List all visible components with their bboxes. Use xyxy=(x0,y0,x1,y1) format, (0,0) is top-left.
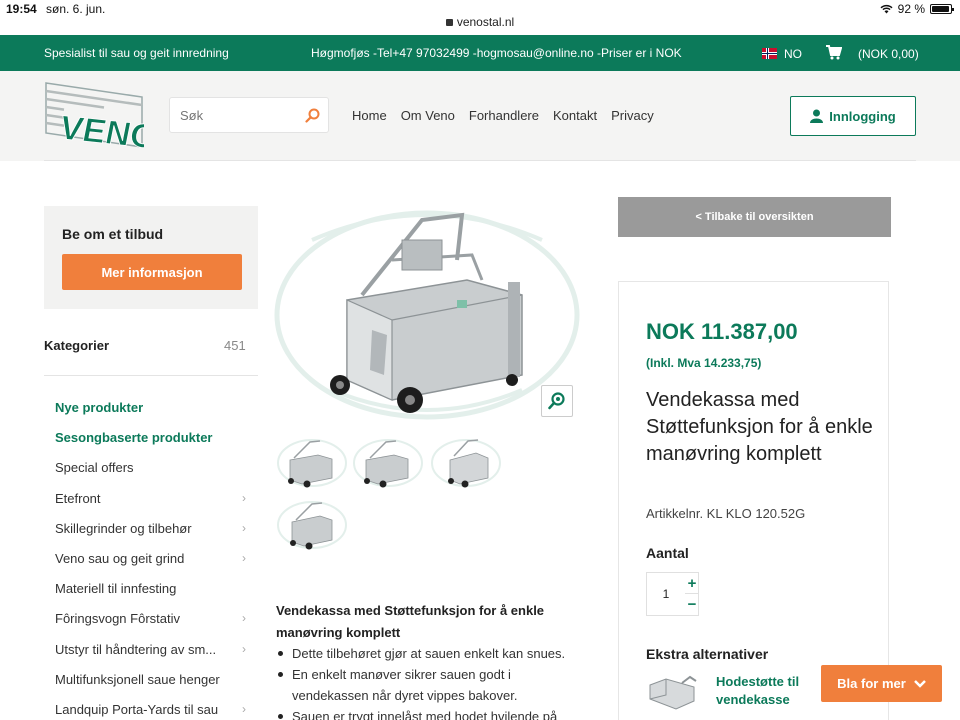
category-item[interactable]: Nye produkter xyxy=(55,400,250,430)
product-thumbnail[interactable] xyxy=(276,500,348,550)
category-item[interactable]: Sesongbaserte produkter xyxy=(55,430,250,460)
login-button[interactable]: Innlogging xyxy=(790,96,916,136)
chevron-down-icon xyxy=(913,679,926,688)
category-label: Special offers xyxy=(55,460,134,476)
product-thumbnail[interactable] xyxy=(276,438,348,488)
category-label: Utstyr til håndtering av sm... xyxy=(55,641,217,657)
category-label: Multifunksjonell saue henger xyxy=(55,671,220,687)
categories-count: 451 xyxy=(224,338,246,353)
category-label: Etefront xyxy=(55,490,101,506)
category-label: Landquip Porta-Yards til sau xyxy=(55,701,219,717)
category-item[interactable]: Special offers xyxy=(55,460,250,490)
category-item[interactable]: Veno sau og geit grind › xyxy=(55,551,250,581)
category-item[interactable]: Multifunksjonell saue henger xyxy=(55,672,250,702)
nav-om-veno[interactable]: Om Veno xyxy=(401,108,455,123)
veno-logo[interactable]: VENO xyxy=(44,81,144,149)
tagline: Spesialist til sau og geit innredning xyxy=(44,46,229,60)
category-item[interactable]: Materiell til innfesting xyxy=(55,581,250,611)
browse-more-button[interactable]: Bla for mer xyxy=(821,665,942,702)
category-item[interactable]: Fôringsvogn Fôrstativ › xyxy=(55,611,250,641)
chevron-right-icon[interactable]: › xyxy=(242,702,246,716)
chevron-right-icon[interactable]: › xyxy=(242,642,246,656)
extra-options-title: Ekstra alternativer xyxy=(646,646,769,662)
search-input[interactable] xyxy=(170,98,290,132)
top-info-bar: Spesialist til sau og geit innredning Hø… xyxy=(0,35,960,71)
norway-flag-icon[interactable] xyxy=(762,48,777,59)
quantity-stepper: 1 + − xyxy=(646,572,699,616)
header-divider xyxy=(44,160,916,161)
categories-title: Kategorier xyxy=(44,338,110,353)
back-to-overview-button[interactable]: < Tilbake til oversikten xyxy=(618,197,891,237)
category-label: Materiell til innfesting xyxy=(55,581,177,597)
category-item[interactable]: Utstyr til håndtering av sm... › xyxy=(55,642,250,672)
logo-text: VENO xyxy=(60,109,144,149)
date: søn. 6. jun. xyxy=(46,2,106,16)
battery-icon xyxy=(930,4,954,14)
nav-home[interactable]: Home xyxy=(352,108,387,123)
browse-more-label: Bla for mer xyxy=(837,676,906,691)
nav-kontakt[interactable]: Kontakt xyxy=(553,108,597,123)
main-nav: Home Om Veno Forhandlere Kontakt Privacy xyxy=(352,108,654,123)
category-label: Skillegrinder og tilbehør xyxy=(55,520,192,536)
zoom-button[interactable] xyxy=(541,385,573,417)
cart-total[interactable]: (NOK 0,00) xyxy=(858,47,919,61)
bullet-item: Sauen er trygt innelåst med hodet hvilen… xyxy=(276,706,586,720)
description-bullets: Dette tilbehøret gjør at sauen enkelt ka… xyxy=(276,643,586,720)
zoom-icon xyxy=(548,392,565,410)
nav-privacy[interactable]: Privacy xyxy=(611,108,654,123)
battery-percent: 92 % xyxy=(897,2,925,16)
search-icon[interactable] xyxy=(305,108,320,123)
description-title: Vendekassa med Støttefunksjon for å enkl… xyxy=(276,603,545,640)
user-icon xyxy=(810,109,824,123)
site-header: VENO Home Om Veno Forhandlere Kontakt Pr… xyxy=(0,71,960,161)
address-bar[interactable]: venostal.nl xyxy=(0,15,960,35)
bullet-item: Dette tilbehøret gjør at sauen enkelt ka… xyxy=(276,643,586,664)
category-label: Veno sau og geit grind xyxy=(55,550,185,566)
chevron-right-icon[interactable]: › xyxy=(242,611,246,625)
category-item[interactable]: Landquip Porta-Yards til sau › xyxy=(55,702,250,720)
article-number: Artikkelnr. KL KLO 120.52G xyxy=(646,506,806,521)
bullet-item: En enkelt manøver sikrer sauen godt i ve… xyxy=(276,664,586,706)
category-list: Nye produkter Sesongbaserte produkter Spec… xyxy=(55,400,250,720)
product-thumbnail[interactable] xyxy=(352,438,424,488)
category-label: Fôringsvogn Fôrstativ xyxy=(55,611,180,627)
status-indicators: 92 % xyxy=(880,2,954,16)
quantity-label: Aantal xyxy=(646,545,689,561)
search-box[interactable] xyxy=(169,97,329,133)
wifi-icon xyxy=(880,4,893,14)
contact-info: Høgmofjøs -Tel+47 97032499 -hogmosau@onl… xyxy=(311,46,682,60)
url-text: venostal.nl xyxy=(456,15,515,29)
extra-option-image[interactable] xyxy=(646,673,698,713)
clock: 19:54 xyxy=(6,2,37,16)
product-image[interactable] xyxy=(272,200,582,425)
lock-icon xyxy=(445,19,453,26)
category-item[interactable]: Etefront › xyxy=(55,491,250,521)
quantity-input[interactable]: 1 xyxy=(647,587,685,601)
category-label: Nye produkter xyxy=(55,400,144,415)
product-title: Vendekassa med Støttefunksjon for å enkl… xyxy=(646,389,873,465)
quote-title: Be om et tilbud xyxy=(62,226,164,242)
more-info-button[interactable]: Mer informasjon xyxy=(62,254,242,290)
quantity-minus-button[interactable]: − xyxy=(685,594,699,615)
language-selector[interactable]: NO xyxy=(784,47,802,61)
price-incl-vat: (Inkl. Mva 14.233,75) xyxy=(646,356,762,370)
product-price: NOK 11.387,00 xyxy=(646,319,798,344)
quantity-plus-button[interactable]: + xyxy=(685,573,699,594)
extra-option-link[interactable]: Hodestøtte til vendekasse xyxy=(716,673,826,709)
quote-request-box: Be om et tilbud Mer informasjon xyxy=(44,206,258,309)
category-label: Sesongbaserte produkter xyxy=(55,430,213,446)
category-item[interactable]: Skillegrinder og tilbehør › xyxy=(55,521,250,551)
chevron-right-icon[interactable]: › xyxy=(242,491,246,505)
product-thumbnail[interactable] xyxy=(430,438,502,488)
login-label: Innlogging xyxy=(829,108,896,124)
chevron-right-icon[interactable]: › xyxy=(242,521,246,535)
cart-icon[interactable] xyxy=(826,45,843,63)
chevron-right-icon[interactable]: › xyxy=(242,551,246,565)
nav-forhandlere[interactable]: Forhandlere xyxy=(469,108,539,123)
categories-divider xyxy=(44,375,258,376)
